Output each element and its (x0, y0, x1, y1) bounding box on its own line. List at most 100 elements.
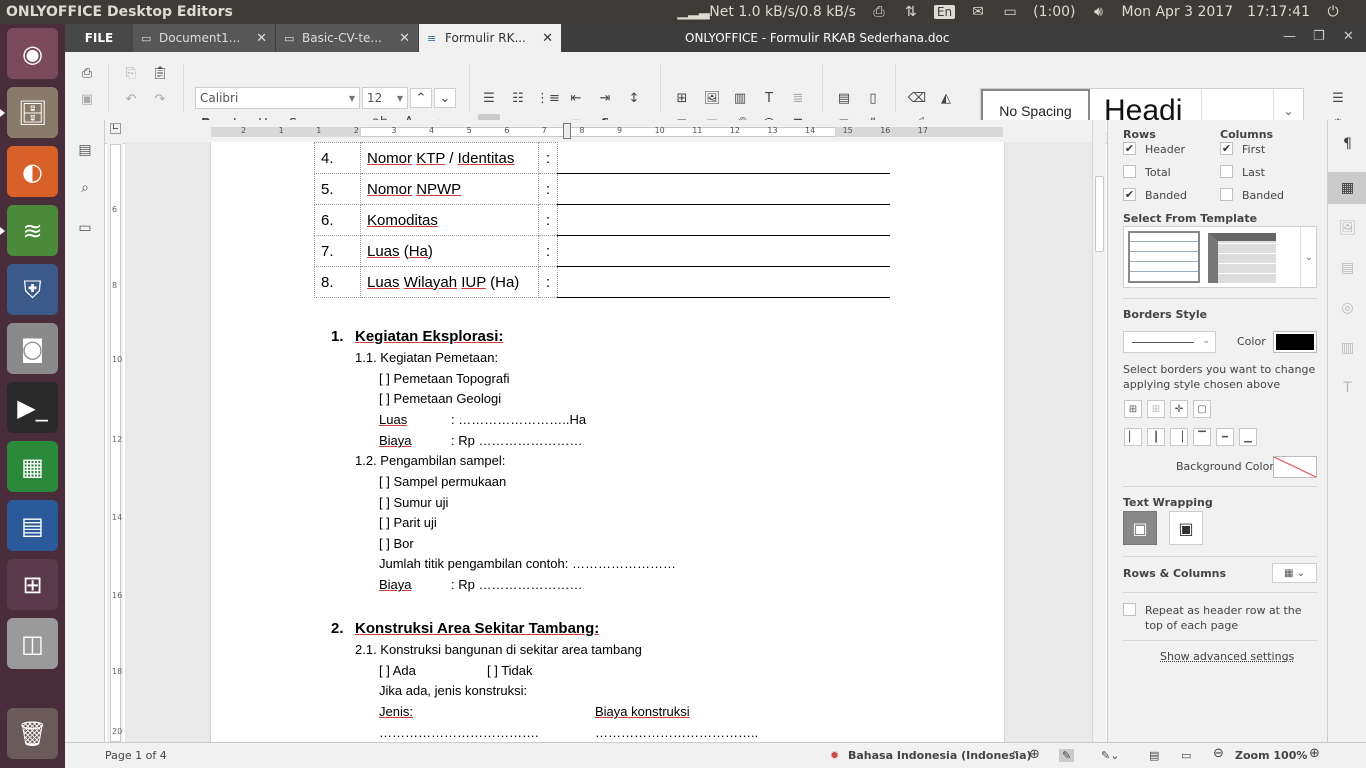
paragraph-settings-icon[interactable]: ¶ (1328, 128, 1366, 160)
zoom-out-icon[interactable]: ⊖ (1213, 746, 1224, 761)
banded-columns-checkbox[interactable] (1220, 188, 1233, 201)
increase-indent-icon[interactable]: ⇥ (594, 88, 616, 108)
scrollbar-thumb[interactable] (1095, 176, 1104, 252)
row-number[interactable]: 6. (314, 204, 361, 236)
onlyoffice-icon[interactable]: ≋ (0, 205, 58, 256)
inner-borders-icon[interactable]: ⊞ (1147, 400, 1165, 418)
row-number[interactable]: 4. (314, 142, 361, 174)
shape-settings-icon[interactable]: ◎ (1328, 292, 1366, 324)
table-row[interactable]: 7. Luas (Ha): (314, 235, 890, 267)
total-checkbox[interactable] (1123, 165, 1136, 178)
vpn-shield-icon[interactable]: ⛨ (7, 264, 58, 315)
row-value-cell[interactable] (557, 204, 890, 236)
doc-tab-formulir[interactable]: ≡ Formulir RK... ✕ (419, 24, 562, 52)
wrap-flow-icon[interactable]: ▣ (1169, 511, 1203, 545)
close-icon[interactable]: ✕ (399, 31, 410, 46)
header-footer-settings-icon[interactable]: ▤ (1328, 252, 1366, 284)
mail-icon[interactable]: ✉ (969, 4, 987, 20)
tab-stop-icon[interactable]: ∟ (110, 123, 121, 134)
left-border-icon[interactable]: ▏ (1124, 428, 1142, 446)
search-icon[interactable]: ⌕ (75, 178, 95, 198)
track-changes-icon[interactable]: ✎⌄ (1101, 749, 1119, 762)
template-option-dark[interactable] (1208, 233, 1276, 283)
view-settings-icon[interactable]: ☰ (1327, 88, 1349, 108)
row-colon[interactable]: : (538, 204, 558, 236)
inner-vertical-border-icon[interactable]: ┃ (1147, 428, 1165, 446)
trash-icon[interactable]: 🗑︎ (7, 708, 58, 759)
document-language[interactable]: Bahasa Indonesia (Indonesia) (848, 749, 1032, 762)
bottom-border-icon[interactable]: ▁ (1239, 428, 1257, 446)
table-row[interactable]: 5. Nomor NPWP: (314, 173, 890, 205)
date[interactable]: Mon Apr 3 2017 (1121, 4, 1233, 20)
advanced-settings-link[interactable]: Show advanced settings (1160, 650, 1294, 663)
wrap-inline-icon[interactable]: ▣ (1123, 511, 1157, 545)
row-label[interactable]: Nomor NPWP (360, 173, 539, 205)
spellcheck-icon[interactable]: ✎ (1059, 749, 1075, 762)
row-label[interactable]: Nomor KTP / Identitas (360, 142, 539, 174)
zoom-in-icon[interactable]: ⊕ (1309, 746, 1320, 761)
row-number[interactable]: 8. (314, 266, 361, 298)
border-style-combo[interactable]: ⌄ (1123, 331, 1216, 353)
paste-icon[interactable]: 📋︎ (149, 63, 171, 83)
color-scheme-icon[interactable]: ◭ (935, 88, 957, 108)
table-row[interactable]: 8. Luas Wilayah IUP (Ha): (314, 266, 890, 298)
row-number[interactable]: 5. (314, 173, 361, 205)
rows-columns-menu[interactable]: ▦ ⌄ (1272, 563, 1317, 583)
terminal-icon[interactable]: ▶_ (7, 382, 58, 433)
insert-image-icon[interactable]: 🖼︎ (701, 88, 723, 108)
redo-icon[interactable]: ↷ (149, 89, 171, 109)
network-transfer-icon[interactable]: ⇅ (902, 4, 920, 20)
undo-icon[interactable]: ↶ (120, 89, 142, 109)
table-settings-icon[interactable]: ▦ (1328, 172, 1366, 204)
indent-marker[interactable] (563, 123, 571, 139)
save-icon[interactable]: ▣ (76, 89, 98, 109)
globe-icon[interactable]: ⊕ (1029, 747, 1040, 762)
battery-icon[interactable]: ▭ (1001, 4, 1019, 20)
line-spacing-icon[interactable]: ↕ (623, 88, 645, 108)
multilevel-list-icon[interactable]: ⋮≡ (536, 88, 560, 108)
background-color-button[interactable] (1273, 456, 1317, 478)
chevron-up-icon[interactable]: ⌃ (1010, 749, 1019, 762)
keyboard-layout[interactable]: En (933, 5, 956, 19)
minimize-icon[interactable]: — (1283, 29, 1296, 44)
spreadsheet-icon[interactable]: ▦ (7, 441, 58, 492)
inner-horizontal-border-icon[interactable]: ━ (1216, 428, 1234, 446)
comments-icon[interactable]: ▭ (75, 218, 95, 238)
row-label[interactable]: Luas Wilayah IUP (Ha) (360, 266, 539, 298)
close-icon[interactable]: ✕ (256, 31, 267, 46)
table-row[interactable]: 6. Komoditas: (314, 204, 890, 236)
numbering-icon[interactable]: ☷ (507, 88, 529, 108)
insert-table-icon[interactable]: ⊞ (671, 88, 693, 108)
battery-time[interactable]: (1:00) (1033, 4, 1075, 20)
banded-rows-checkbox[interactable]: ✔ (1123, 188, 1136, 201)
table-row[interactable]: 4. Nomor KTP / Identitas: (314, 142, 890, 174)
vertical-ruler[interactable]: ∟ 6 8 10 12 14 16 18 20 (107, 120, 123, 742)
row-number[interactable]: 7. (314, 235, 361, 267)
copy-icon[interactable]: ⎘ (120, 63, 142, 83)
decrease-indent-icon[interactable]: ⇤ (565, 88, 587, 108)
page-counter[interactable]: Page 1 of 4 (105, 749, 167, 762)
info-table[interactable]: 4. Nomor KTP / Identitas:5. Nomor NPWP:6. K… (314, 142, 890, 298)
net-speed[interactable]: Net 1.0 kB/s/0.8 kB/s (709, 4, 856, 20)
decrease-font-icon[interactable]: ⌄ (434, 88, 456, 108)
insert-textbox-icon[interactable]: T (758, 88, 780, 108)
document-page[interactable]: 4. Nomor KTP / Identitas:5. Nomor NPWP:6. K… (210, 142, 1005, 742)
page-size-icon[interactable]: ▯ (862, 88, 884, 108)
row-label[interactable]: Luas (Ha) (360, 235, 539, 267)
first-checkbox[interactable]: ✔ (1220, 142, 1233, 155)
power-icon[interactable]: ⏻ (1324, 4, 1342, 20)
outer-border-icon[interactable]: ▢ (1193, 400, 1211, 418)
camera-icon[interactable]: ◙ (7, 323, 58, 374)
maximize-icon[interactable]: ❐ (1313, 29, 1325, 44)
file-menu-tab[interactable]: FILE (65, 24, 133, 52)
printer-icon[interactable]: ⎙ (870, 4, 888, 20)
font-name-combo[interactable]: Calibri ▼ (195, 87, 360, 109)
template-option-plain[interactable] (1128, 231, 1200, 283)
writer-icon[interactable]: ▤ (7, 500, 58, 551)
clear-style-icon[interactable]: ⌫ (906, 88, 928, 108)
repeat-header-checkbox[interactable] (1123, 603, 1136, 616)
workspace-switcher-icon[interactable]: ⊞ (7, 559, 58, 610)
header-footer-icon[interactable]: ▤ (833, 88, 855, 108)
close-window-icon[interactable]: ✕ (1343, 29, 1354, 44)
disk-drive-icon[interactable]: ◫ (7, 618, 58, 669)
